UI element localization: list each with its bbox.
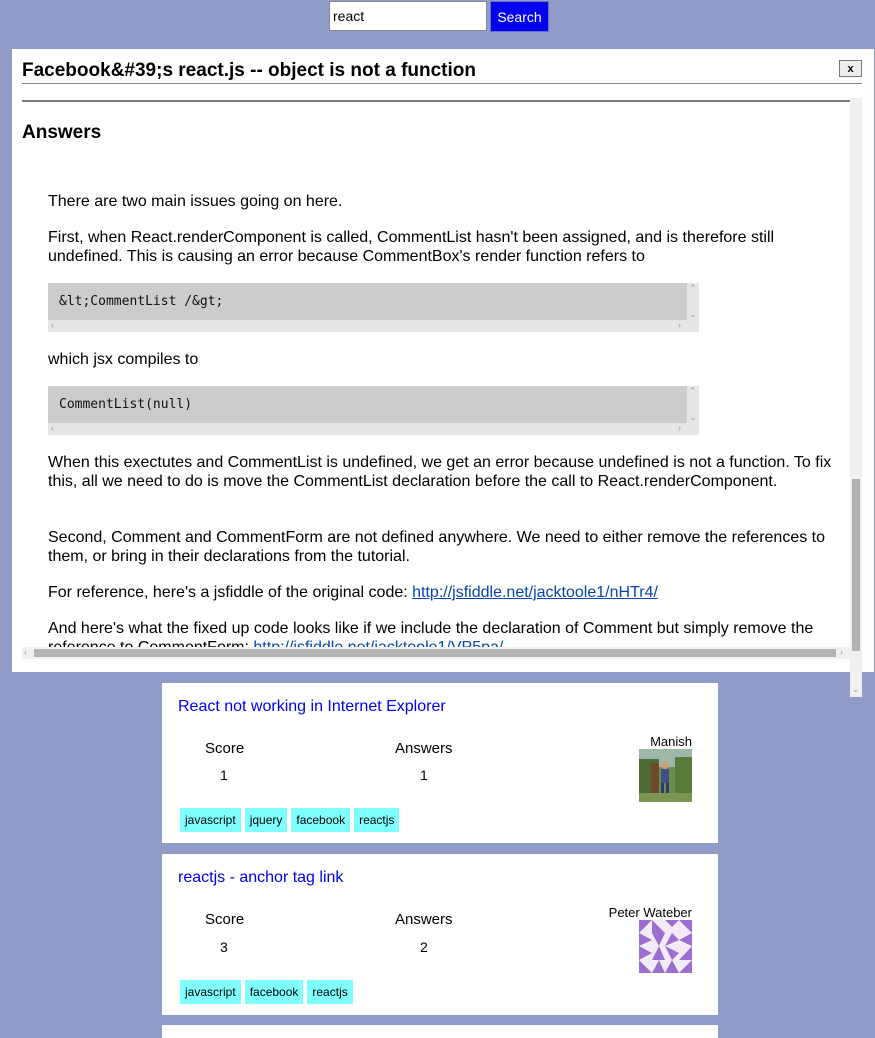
question-card: reactjs - anchor tag link Score 3 Answer… [162,854,718,1015]
answer-paragraph: which jsx compiles to [48,351,199,368]
scroll-down-icon[interactable]: ⌄ [852,685,860,694]
code-vertical-scrollbar[interactable]: ⌃ ⌄ [687,386,699,423]
answers-label: Answers [395,911,453,928]
reference-paragraph: For reference, here's a jsfiddle of the … [48,583,850,602]
tag[interactable]: javascript [180,980,241,1004]
modal-vertical-scrollbar[interactable]: ⌄ [850,98,862,697]
code-vertical-scrollbar[interactable]: ⌃ ⌄ [687,283,699,320]
score-value: 3 [220,939,228,955]
answers-label: Answers [395,740,453,757]
answer-paragraph: There are two main issues going on here. [48,193,343,210]
scroll-right-icon[interactable]: › [678,424,681,433]
question-card: React not working in Internet Explorer S… [162,683,718,843]
scroll-right-icon[interactable]: › [840,648,843,657]
scroll-left-icon[interactable]: ‹ [24,648,27,657]
scrollbar-thumb[interactable] [34,649,836,657]
avatar[interactable] [639,920,692,973]
scroll-left-icon[interactable]: ‹ [51,321,54,330]
tag-list: javascript facebook reactjs [180,980,353,1004]
scrollbar-corner [687,320,699,332]
tag[interactable]: jquery [244,808,288,832]
reference-text: For reference, here's a jsfiddle of the … [48,584,413,601]
reference-link[interactable]: http://jsfiddle.net/jacktoole1/nHTr4/ [412,584,658,601]
search-input[interactable] [329,1,487,31]
scroll-up-icon[interactable]: ⌃ [689,387,697,396]
scroll-down-icon[interactable]: ⌄ [689,413,697,422]
code-text: &lt;CommentList /&gt; [59,294,224,309]
code-horizontal-scrollbar[interactable]: ‹ › [48,320,687,332]
tag[interactable]: reactjs [307,980,353,1004]
tag[interactable]: reactjs [354,808,400,832]
user-name: Peter Wateber [608,905,692,920]
code-block[interactable]: &lt;CommentList /&gt; ⌃ ⌄ ‹ › [48,283,699,332]
scroll-down-icon[interactable]: ⌄ [689,310,697,319]
answer-paragraph: Second, Comment and CommentForm are not … [48,529,825,565]
search-button[interactable]: Search [490,1,549,32]
code-text: CommentList(null) [59,397,193,412]
modal-horizontal-scrollbar[interactable]: ‹ › [22,647,850,659]
score-label: Score [205,740,245,757]
scrollbar-corner [687,423,699,435]
scrollbar-thumb[interactable] [852,479,860,651]
question-title-link[interactable]: React not working in Internet Explorer [178,698,446,716]
tag-list: javascript jquery facebook reactjs [180,808,400,832]
scroll-left-icon[interactable]: ‹ [51,424,54,433]
scroll-up-icon[interactable]: ⌃ [689,284,697,293]
modal-title: Facebook&#39;s react.js -- object is not… [22,60,862,84]
answers-heading: Answers [22,122,102,143]
code-block[interactable]: CommentList(null) ⌃ ⌄ ‹ › [48,386,699,435]
fixed-code-link[interactable]: http://jsfiddle.net/jacktoole1/VP5pa/ [253,639,503,647]
close-button[interactable]: x [839,60,862,77]
code-horizontal-scrollbar[interactable]: ‹ › [48,423,687,435]
tag[interactable]: facebook [244,980,304,1004]
fixed-code-paragraph: And here's what the fixed up code looks … [48,619,850,647]
answers-value: 1 [420,767,428,783]
user-name: Manish [650,734,692,749]
avatar[interactable] [639,749,692,802]
modal-scroll-area[interactable]: Answers There are two main issues going … [22,93,862,647]
answer-paragraph: When this exectutes and CommentList is u… [48,454,832,490]
score-label: Score [205,911,245,928]
scroll-right-icon[interactable]: › [678,321,681,330]
question-card [162,1025,718,1038]
tag[interactable]: javascript [180,808,241,832]
answers-value: 2 [420,939,428,955]
divider [22,100,850,102]
question-title-link[interactable]: reactjs - anchor tag link [178,869,343,887]
answer-paragraph: First, when React.renderComponent is cal… [48,229,775,265]
tag[interactable]: facebook [291,808,351,832]
question-modal: Facebook&#39;s react.js -- object is not… [12,49,874,697]
score-value: 1 [220,767,228,783]
